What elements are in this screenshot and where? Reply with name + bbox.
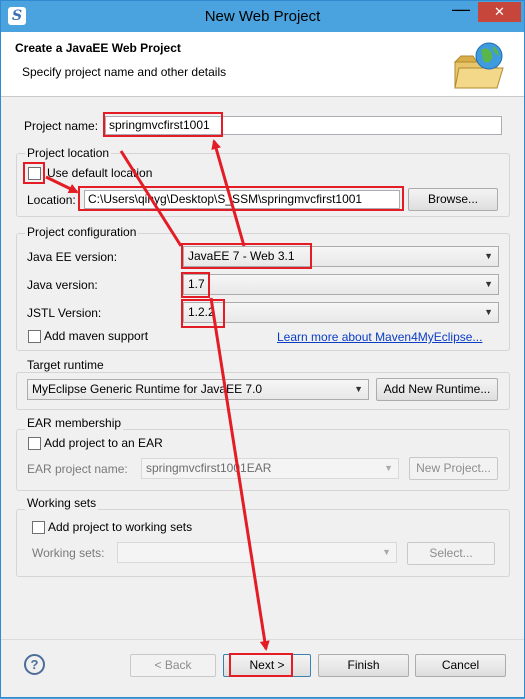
footer-divider [1,639,524,640]
add-maven-support-label: Add maven support [44,329,149,343]
add-to-working-sets-checkbox[interactable] [32,521,45,534]
maven-learn-more-link[interactable]: Learn more about Maven4MyEclipse... [277,330,482,344]
chevron-down-icon: ▼ [382,547,391,557]
jstl-version-select[interactable]: 1.2.2 ▼ [183,302,499,323]
wizard-description: Specify project name and other details [22,65,227,79]
help-icon[interactable]: ? [24,654,45,675]
jstl-version-label: JSTL Version: [27,306,102,320]
new-ear-project-button[interactable]: New Project... [409,457,498,480]
javaee-version-value: JavaEE 7 - Web 3.1 [188,249,295,263]
browse-button[interactable]: Browse... [408,188,498,211]
chevron-down-icon: ▼ [484,251,493,261]
java-version-label: Java version: [27,278,98,292]
wizard-title: Create a JavaEE Web Project [15,41,181,55]
working-sets-select[interactable]: ▼ [117,542,397,563]
back-button[interactable]: < Back [130,654,216,677]
minimize-button[interactable]: — [448,0,474,22]
add-to-ear-checkbox[interactable] [28,437,41,450]
use-default-location-label: Use default location [47,166,153,180]
chevron-down-icon: ▼ [484,279,493,289]
javaee-version-select[interactable]: JavaEE 7 - Web 3.1 ▼ [183,246,499,267]
window-title: New Web Project [204,8,321,25]
add-to-ear-label: Add project to an EAR [44,436,163,450]
ear-project-name-value: springmvcfirst1001EAR [146,461,272,475]
working-sets-title: Working sets [25,496,99,510]
chevron-down-icon: ▼ [354,384,363,394]
add-new-runtime-button[interactable]: Add New Runtime... [376,378,498,401]
chevron-down-icon: ▼ [384,463,393,473]
working-sets-label: Working sets: [32,546,105,560]
java-version-select[interactable]: 1.7 ▼ [183,274,499,295]
cancel-button[interactable]: Cancel [415,654,506,677]
ear-project-name-label: EAR project name: [27,462,128,476]
location-label: Location: [27,193,76,207]
new-web-project-dialog: S New Web Project — ✕ Create a JavaEE We… [0,0,525,698]
folder-globe-icon [453,42,504,89]
target-runtime-value: MyEclipse Generic Runtime for JavaEE 7.0 [32,382,263,396]
add-maven-support-checkbox[interactable] [28,330,41,343]
add-to-working-sets-label: Add project to working sets [48,520,193,534]
project-location-title: Project location [25,146,112,160]
ear-project-name-select[interactable]: springmvcfirst1001EAR ▼ [141,458,399,479]
finish-button[interactable]: Finish [318,654,409,677]
project-configuration-title: Project configuration [25,225,139,239]
ear-membership-title: EAR membership [25,416,124,430]
project-name-label: Project name: [24,119,99,133]
target-runtime-title: Target runtime [25,358,106,372]
close-button[interactable]: ✕ [478,2,521,22]
javaee-version-label: Java EE version: [27,250,118,264]
target-runtime-select[interactable]: MyEclipse Generic Runtime for JavaEE 7.0… [27,379,369,400]
project-name-input[interactable]: springmvcfirst1001 [105,116,502,135]
next-button[interactable]: Next > [223,654,311,677]
java-version-value: 1.7 [188,277,205,291]
chevron-down-icon: ▼ [484,307,493,317]
wizard-header: Create a JavaEE Web Project Specify proj… [1,32,524,97]
title-bar[interactable]: S New Web Project — ✕ [1,0,524,32]
select-working-sets-button[interactable]: Select... [407,542,495,565]
location-input[interactable]: C:\Users\qinyg\Desktop\S_SSM\springmvcfi… [84,190,400,209]
jstl-version-value: 1.2.2 [188,305,215,319]
use-default-location-checkbox[interactable] [28,167,41,180]
